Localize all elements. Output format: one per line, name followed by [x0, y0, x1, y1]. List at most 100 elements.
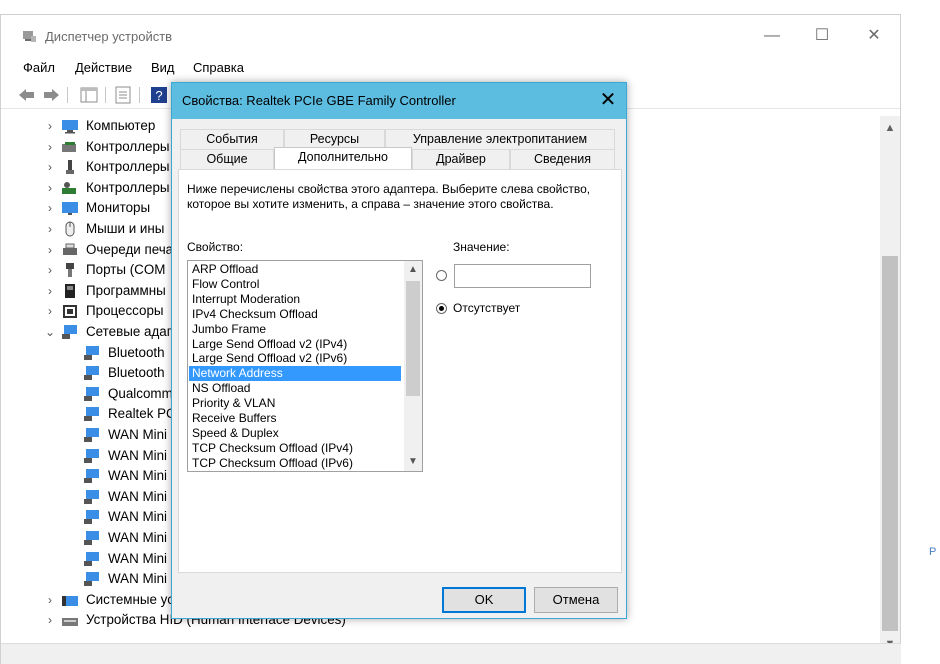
property-list-item[interactable]: Interrupt Moderation — [189, 292, 401, 307]
network-adapter-icon — [84, 469, 99, 484]
listbox-scrollbar[interactable]: ▲ ▼ — [404, 261, 422, 471]
property-list-item[interactable]: NS Offload — [189, 381, 401, 396]
property-label: Свойство: — [187, 240, 244, 254]
chevron-down-icon[interactable]: ⌄ — [45, 325, 55, 339]
chevron-right-icon[interactable]: › — [45, 160, 55, 174]
tab-general[interactable]: Общие — [180, 149, 274, 169]
menu-file[interactable]: Файл — [23, 60, 55, 75]
property-list-item[interactable]: Jumbo Frame — [189, 322, 401, 337]
chevron-right-icon[interactable]: › — [45, 181, 55, 195]
device-manager-icon — [23, 31, 36, 42]
dialog-title: Свойства: Realtek PCIe GBE Family Contro… — [182, 93, 456, 108]
minimize-button[interactable]: — — [749, 25, 795, 49]
dialog-close-button[interactable]: ✕ — [590, 83, 626, 119]
tab-resources[interactable]: Ресурсы — [284, 129, 385, 149]
listbox-scroll-up-icon[interactable]: ▲ — [404, 261, 422, 279]
absent-label[interactable]: Отсутствует — [453, 301, 520, 315]
value-radio[interactable] — [436, 270, 447, 281]
tree-item-label: Контроллеры — [86, 159, 170, 175]
dialog-title-bar: Свойства: Realtek PCIe GBE Family Contro… — [172, 83, 626, 119]
chevron-right-icon[interactable]: › — [45, 243, 55, 257]
toolbar-separator — [139, 87, 140, 103]
listbox-scroll-down-icon[interactable]: ▼ — [404, 453, 422, 471]
tree-item-label: Контроллеры — [86, 138, 170, 154]
menu-help[interactable]: Справка — [193, 60, 244, 75]
back-arrow-icon[interactable] — [17, 85, 37, 105]
tree-item-label: Компьютер — [86, 118, 156, 133]
tree-item-label: Очереди печа — [86, 241, 174, 257]
close-button[interactable]: ✕ — [851, 25, 897, 49]
property-list-item[interactable]: TCP Checksum Offload (IPv6) — [189, 456, 401, 471]
value-input[interactable] — [454, 264, 591, 288]
network-adapter-icon — [62, 325, 77, 339]
maximize-button[interactable]: ☐ — [799, 25, 845, 49]
property-list-item[interactable]: Priority & VLAN — [189, 396, 401, 411]
help-icon[interactable]: ? — [149, 85, 169, 105]
status-bar — [1, 643, 901, 664]
absent-radio[interactable] — [436, 303, 447, 314]
computer-icon — [62, 120, 78, 134]
chevron-right-icon[interactable]: › — [45, 304, 55, 318]
value-label: Значение: — [453, 240, 510, 254]
network-adapter-icon — [84, 366, 99, 381]
tree-item-label: Realtek PC — [108, 406, 176, 422]
property-list-item[interactable]: Receive Buffers — [189, 411, 401, 426]
chevron-right-icon[interactable]: › — [45, 263, 55, 277]
tree-item-label: Сетевые адап — [86, 324, 174, 339]
chevron-right-icon[interactable]: › — [45, 140, 55, 154]
printer-icon — [63, 243, 77, 255]
tree-item-label: WAN Mini — [108, 550, 168, 566]
tree-item-label: Процессоры — [86, 303, 164, 319]
tree-item-label: WAN Mini — [108, 427, 168, 442]
property-list-item[interactable]: Network Address — [189, 366, 401, 382]
property-list-item[interactable]: ARP Offload — [189, 262, 401, 277]
network-adapter-icon — [84, 448, 99, 463]
menu-action[interactable]: Действие — [75, 60, 132, 75]
svg-text:?: ? — [155, 88, 162, 103]
monitor-icon — [62, 202, 78, 216]
tree-item-label: Порты (COM — [86, 262, 166, 278]
forward-arrow-icon[interactable] — [41, 85, 61, 105]
network-adapter-icon — [84, 572, 99, 587]
console-tree-icon[interactable] — [79, 85, 99, 105]
tab-advanced[interactable]: Дополнительно — [274, 147, 412, 169]
toolbar-separator — [67, 87, 68, 103]
property-list-item[interactable]: Large Send Offload v2 (IPv4) — [189, 337, 401, 352]
chevron-right-icon[interactable]: › — [45, 593, 55, 607]
chevron-right-icon[interactable]: › — [45, 284, 55, 298]
tab-events[interactable]: События — [180, 129, 284, 149]
property-list-item[interactable]: Speed & Duplex — [189, 426, 401, 441]
property-list-item[interactable]: TCP Checksum Offload (IPv4) — [189, 441, 401, 456]
tree-item-label: Bluetooth — [108, 344, 165, 360]
property-listbox[interactable]: TCP Checksum Offload (IPv6) TCP Checksum … — [187, 260, 423, 472]
network-adapter-icon — [84, 386, 99, 401]
menu-view[interactable]: Вид — [151, 60, 175, 75]
chevron-right-icon[interactable]: › — [45, 222, 55, 236]
tab-power-management[interactable]: Управление электропитанием — [385, 129, 615, 149]
property-list-item[interactable]: Flow Control — [189, 277, 401, 292]
scroll-up-icon[interactable]: ▲ — [880, 118, 900, 138]
usb-controller-icon — [66, 160, 74, 175]
property-list-item[interactable]: Large Send Offload v2 (IPv6) — [189, 351, 401, 366]
network-adapter-icon — [84, 345, 99, 360]
ide-controller-icon — [62, 141, 76, 152]
tree-item-label: Программны — [86, 282, 166, 298]
title-bar: Диспетчер устройств — ☐ ✕ — [1, 15, 900, 53]
chevron-right-icon[interactable]: › — [45, 613, 55, 627]
tree-item-label: Мыши и ины — [86, 221, 165, 236]
chevron-right-icon[interactable]: › — [45, 201, 55, 215]
tab-details[interactable]: Сведения — [510, 149, 615, 169]
network-adapter-icon — [84, 428, 99, 442]
property-list-item[interactable]: IPv4 Checksum Offload — [189, 307, 401, 322]
properties-icon[interactable] — [113, 85, 133, 105]
properties-dialog: Свойства: Realtek PCIe GBE Family Contro… — [171, 82, 627, 619]
system-device-icon — [62, 595, 78, 606]
chevron-right-icon[interactable]: › — [45, 119, 55, 133]
vertical-scrollbar[interactable]: ▲ ▼ — [880, 116, 900, 656]
cancel-button[interactable]: Отмена — [534, 587, 618, 613]
software-device-icon — [65, 283, 75, 298]
tab-driver[interactable]: Драйвер — [412, 149, 510, 169]
listbox-scroll-thumb[interactable] — [406, 281, 420, 396]
ok-button[interactable]: OK — [442, 587, 526, 613]
scroll-thumb[interactable] — [882, 256, 898, 631]
